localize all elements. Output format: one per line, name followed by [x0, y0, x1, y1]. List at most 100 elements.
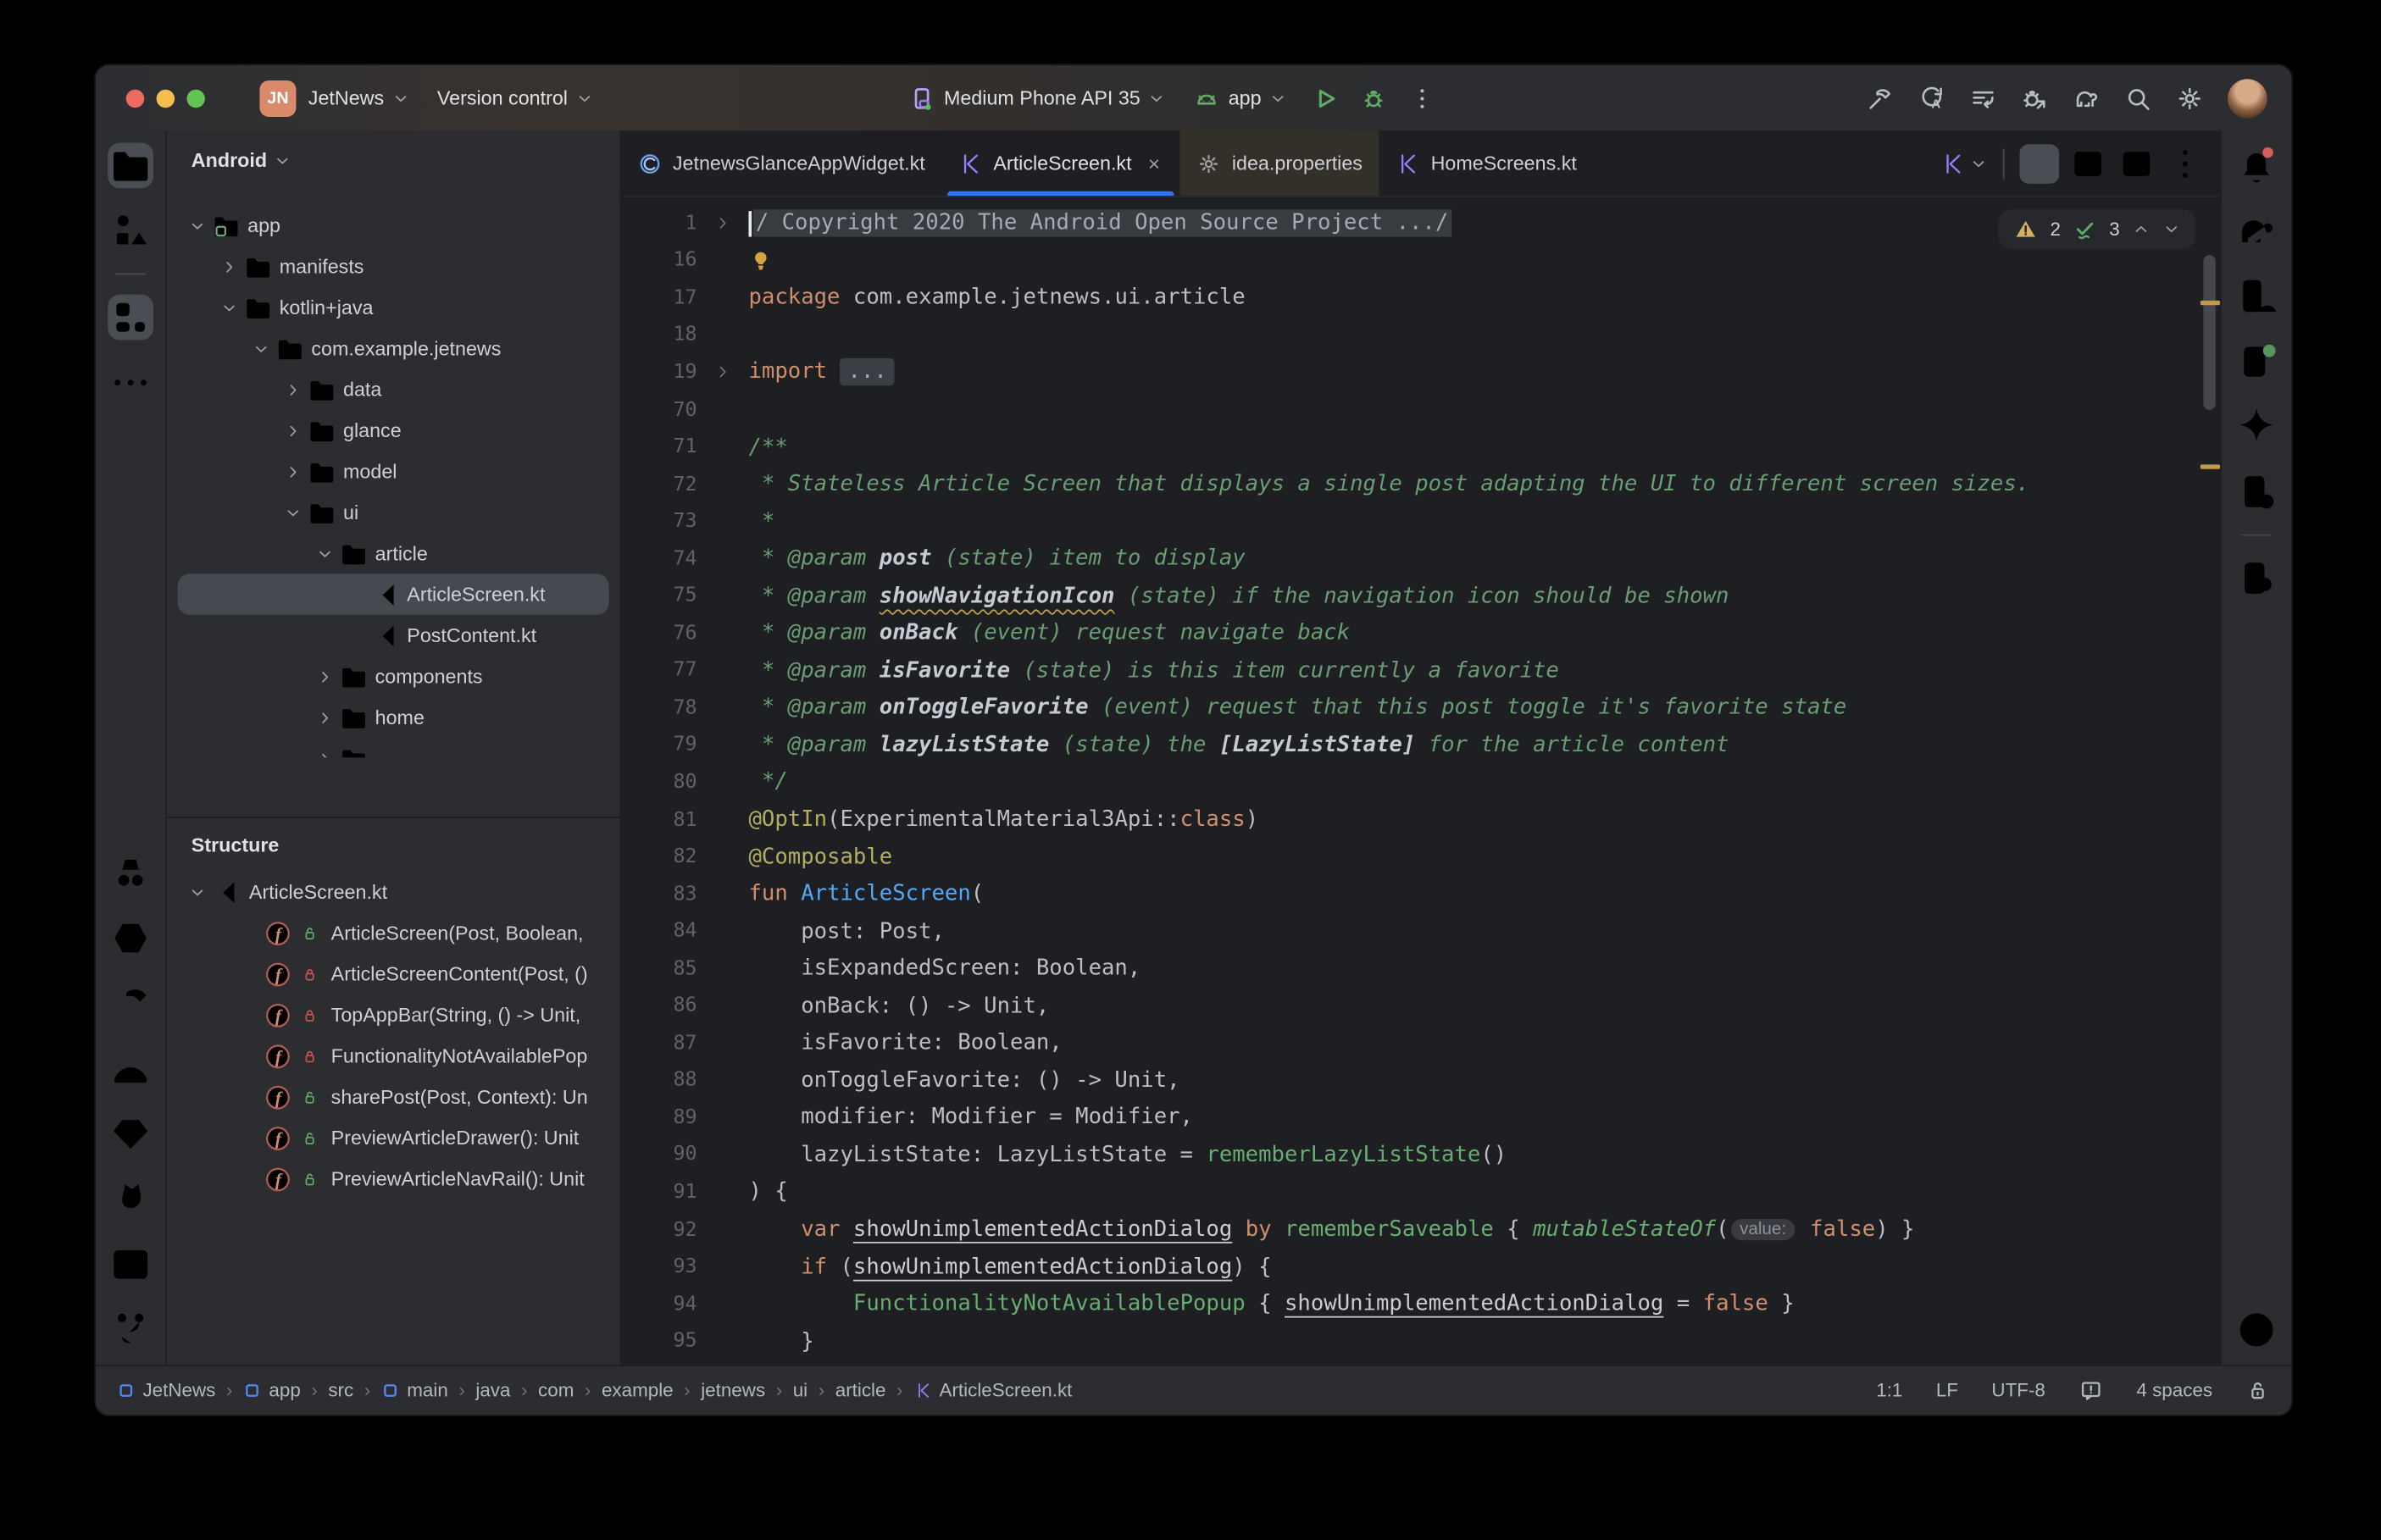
breadcrumb-item-articlescreen-kt[interactable]: ArticleScreen.kt — [913, 1380, 1072, 1401]
build-icon[interactable] — [1866, 84, 1893, 111]
close-window-button[interactable] — [126, 89, 145, 108]
editor-view-list[interactable] — [2019, 143, 2059, 183]
editor-options[interactable] — [2166, 143, 2206, 183]
chevron-down-icon[interactable] — [247, 340, 275, 358]
run-configurations-icon[interactable] — [1969, 84, 1996, 111]
tree-item-glance[interactable]: glance — [178, 410, 609, 451]
structure-function[interactable]: fArticleScreen(Post, Boolean, — [178, 912, 609, 953]
chevron-right-icon[interactable] — [280, 463, 307, 481]
tool-window-project[interactable] — [108, 142, 153, 188]
chevron-down-icon[interactable] — [215, 298, 242, 317]
prev-problem-icon[interactable] — [2132, 220, 2151, 239]
tool-window-version-control[interactable] — [108, 1307, 153, 1353]
indent-setting[interactable]: 4 spaces — [2136, 1380, 2212, 1401]
hidden-tabs-dropdown[interactable] — [1940, 151, 1988, 175]
chevron-right-icon[interactable] — [280, 380, 307, 399]
user-avatar[interactable] — [2228, 78, 2267, 118]
inspection-widget[interactable]: 2 3 — [1999, 209, 2196, 249]
breadcrumb-item-jetnews[interactable]: JetNews — [117, 1380, 215, 1401]
structure-function[interactable]: fTopAppBar(String, () -> Unit, — [178, 994, 609, 1035]
editor-view-split[interactable] — [2068, 143, 2108, 183]
attach-debugger-icon[interactable] — [2021, 84, 2048, 111]
tool-window-notifications[interactable] — [2234, 142, 2279, 188]
tool-window-app-quality-insights[interactable] — [108, 1111, 153, 1157]
tool-window-gemini[interactable] — [2234, 404, 2279, 450]
tree-item-data[interactable]: data — [178, 368, 609, 409]
breadcrumb-item-jetnews[interactable]: jetnews — [701, 1380, 765, 1401]
tool-window-app-inspection[interactable] — [108, 850, 153, 896]
tree-item-article[interactable]: article — [178, 533, 609, 573]
breadcrumb-item-main[interactable]: main — [381, 1380, 448, 1401]
project-view-selector[interactable]: Android — [167, 130, 619, 178]
settings-icon[interactable] — [2176, 84, 2203, 111]
tree-item-ui[interactable]: ui — [178, 492, 609, 533]
tree-item-com-example-jetnews[interactable]: com.example.jetnews — [178, 328, 609, 368]
tool-window-profiler[interactable] — [108, 1046, 153, 1092]
tree-item-home[interactable]: home — [178, 697, 609, 738]
tool-window-problems[interactable] — [2234, 1307, 2279, 1353]
tool-window-logcat[interactable] — [108, 1177, 153, 1222]
tree-item-postcontent-kt[interactable]: PostContent.kt — [178, 615, 609, 656]
caret-position[interactable]: 1:1 — [1876, 1380, 1902, 1401]
line-ending[interactable]: LF — [1936, 1380, 1958, 1401]
code-editor[interactable]: 1/ Copyright 2020 The Android Open Sourc… — [621, 197, 2220, 1365]
tree-item-kotlin-java[interactable]: kotlin+java — [178, 287, 609, 328]
tool-window-device-mirroring[interactable] — [2234, 469, 2279, 515]
run-button[interactable] — [1312, 84, 1339, 111]
notification-bubble-icon[interactable] — [2079, 1378, 2103, 1403]
version-control-menu[interactable]: Version control — [437, 86, 594, 109]
tool-window-more-tool-windows[interactable] — [108, 360, 153, 406]
run-config-selector[interactable]: app — [1193, 84, 1287, 111]
tab-articlescreen-kt[interactable]: ArticleScreen.kt — [941, 130, 1179, 196]
more-actions-icon[interactable] — [1408, 84, 1435, 111]
tool-window-terminal[interactable] — [108, 1242, 153, 1288]
structure-root[interactable]: ArticleScreen.kt — [178, 872, 609, 912]
breadcrumb-item-src[interactable]: src — [328, 1380, 353, 1401]
tab-homescreens-kt[interactable]: HomeScreens.kt — [1379, 130, 1594, 196]
unlock-icon[interactable] — [2246, 1378, 2271, 1403]
tool-window-resource-manager[interactable] — [108, 208, 153, 254]
editor-scrollbar[interactable] — [2203, 255, 2215, 410]
next-problem-icon[interactable] — [2162, 220, 2181, 239]
breadcrumb-item-example[interactable]: example — [602, 1380, 674, 1401]
sync-gradle-icon[interactable] — [2073, 84, 2100, 111]
tool-window-device-manager[interactable] — [2234, 274, 2279, 319]
search-everywhere-icon[interactable] — [2124, 84, 2151, 111]
structure-function[interactable]: fsharePost(Post, Context): Un — [178, 1077, 609, 1117]
zoom-window-button[interactable] — [186, 89, 205, 108]
tree-item-app[interactable]: app — [178, 205, 609, 246]
chevron-down-icon[interactable] — [311, 544, 338, 562]
structure-function[interactable]: fPreviewArticleDrawer(): Unit — [178, 1117, 609, 1158]
tree-item-articlescreen-kt[interactable]: ArticleScreen.kt — [178, 573, 609, 614]
debug-button[interactable] — [1360, 84, 1387, 111]
tree-item-components[interactable]: components — [178, 656, 609, 696]
apply-changes-icon[interactable]: A — [1918, 84, 1945, 111]
device-selector[interactable]: Medium Phone API 35 — [909, 84, 1167, 111]
tree-item-manifests[interactable]: manifests — [178, 246, 609, 286]
tool-window-device-explorer[interactable] — [2234, 556, 2279, 601]
breadcrumb-item-com[interactable]: com — [538, 1380, 574, 1401]
tool-window-running-devices[interactable] — [2234, 339, 2279, 385]
project-selector[interactable]: JetNews — [308, 86, 410, 109]
chevron-right-icon[interactable] — [311, 708, 338, 727]
tool-window-structure[interactable] — [108, 295, 153, 341]
tool-window-running-devices[interactable] — [108, 916, 153, 961]
chevron-down-icon[interactable] — [184, 883, 211, 901]
tab-jetnewsglanceappwidget-kt[interactable]: JetnewsGlanceAppWidget.kt — [621, 130, 941, 196]
breadcrumb-item-java[interactable]: java — [475, 1380, 510, 1401]
breadcrumb-item-ui[interactable]: ui — [793, 1380, 808, 1401]
structure-function[interactable]: fFunctionalityNotAvailablePop — [178, 1035, 609, 1076]
editor-view-preview[interactable] — [2117, 143, 2156, 183]
breadcrumb-item-article[interactable]: article — [835, 1380, 886, 1401]
minimize-window-button[interactable] — [157, 89, 175, 108]
chevron-down-icon[interactable] — [184, 216, 211, 235]
tree-item-model[interactable]: model — [178, 451, 609, 491]
chevron-right-icon[interactable] — [311, 749, 338, 757]
tool-window-gradle[interactable] — [2234, 208, 2279, 254]
tab-idea-properties[interactable]: idea.properties — [1180, 130, 1379, 196]
fold-arrow-icon[interactable] — [697, 363, 749, 382]
intention-bulb-icon[interactable] — [749, 249, 774, 274]
chevron-down-icon[interactable] — [280, 503, 307, 522]
tree-item[interactable] — [178, 738, 609, 757]
chevron-right-icon[interactable] — [280, 421, 307, 440]
